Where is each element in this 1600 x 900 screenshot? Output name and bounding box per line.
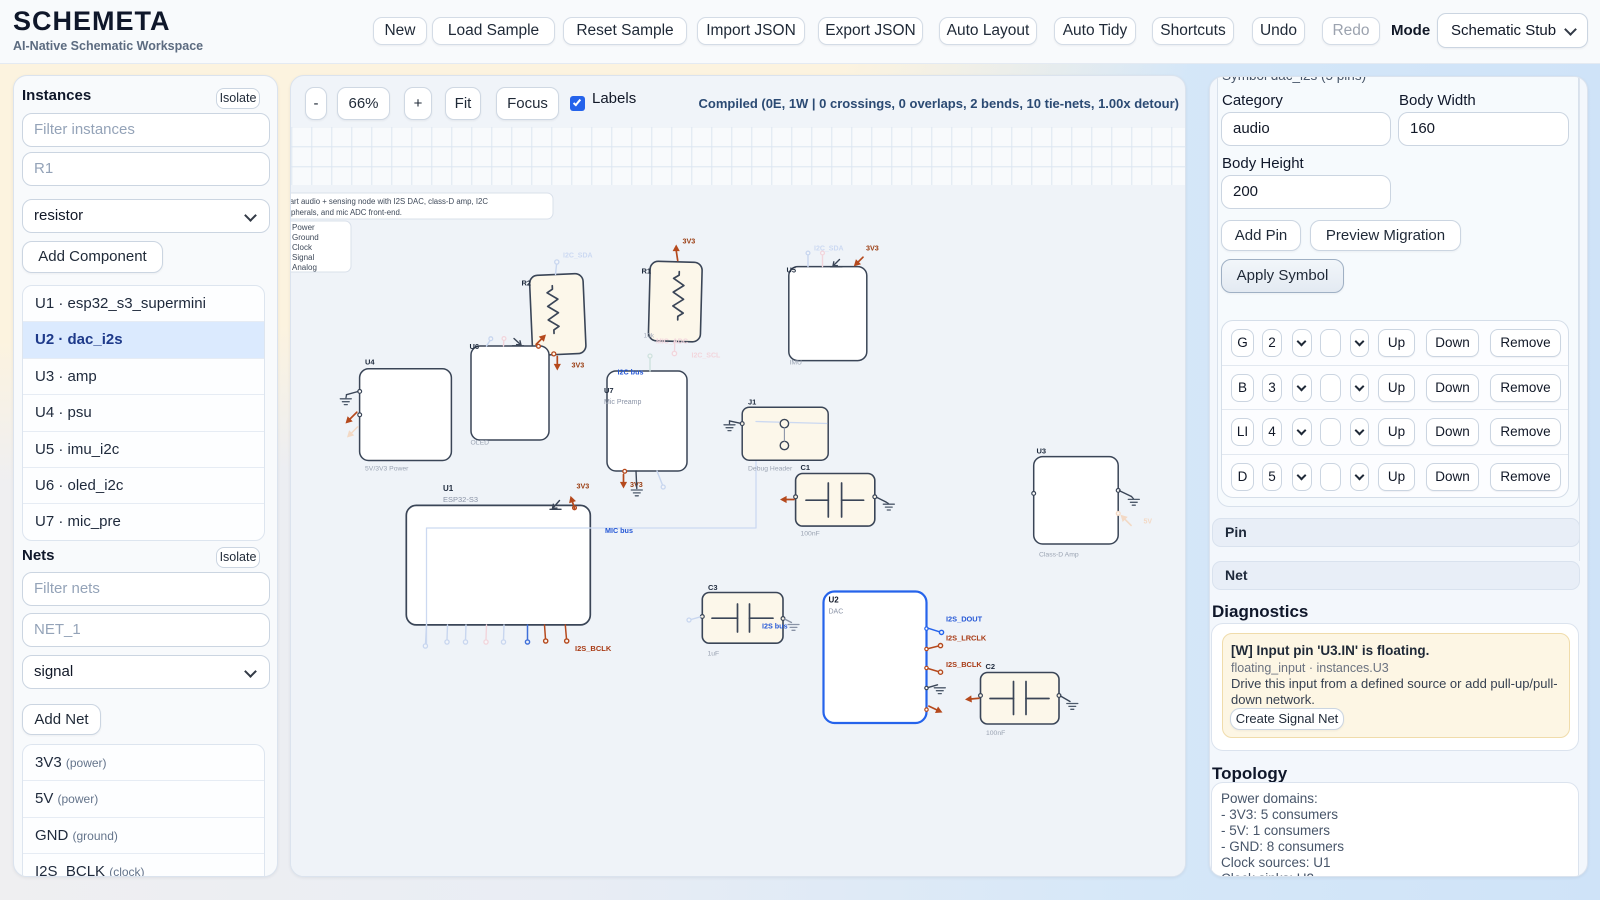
svg-text:U6: U6 <box>470 342 480 351</box>
svg-text:I2C_SCL: I2C_SCL <box>692 353 722 360</box>
svg-text:Mic Preamp: Mic Preamp <box>604 399 641 406</box>
svg-text:ESP32-S3: ESP32-S3 <box>443 495 478 504</box>
svg-text:100nF: 100nF <box>801 531 820 538</box>
svg-text:U1: U1 <box>443 484 454 493</box>
svg-text:I2S_DOUT: I2S_DOUT <box>946 615 983 624</box>
svg-text:DAC: DAC <box>829 609 844 616</box>
svg-text:I2C bus: I2C bus <box>618 368 644 377</box>
svg-text:U4: U4 <box>365 358 375 367</box>
svg-text:C1: C1 <box>801 463 811 472</box>
svg-text:I2C_SDA: I2C_SDA <box>814 246 844 253</box>
svg-text:100nF: 100nF <box>986 730 1005 737</box>
svg-text:3V3: 3V3 <box>577 482 590 491</box>
svg-text:IMU: IMU <box>790 360 803 367</box>
svg-text:Signal: Signal <box>292 253 314 262</box>
svg-text:U2: U2 <box>829 596 840 605</box>
svg-text:Ground: Ground <box>292 233 319 242</box>
svg-text:Clock: Clock <box>292 243 313 252</box>
svg-text:peripherals, and mic ADC front: peripherals, and mic ADC front-end. <box>291 208 402 217</box>
svg-text:3V3: 3V3 <box>866 244 879 253</box>
svg-text:C3: C3 <box>708 583 718 592</box>
svg-text:I2C_SDA: I2C_SDA <box>563 253 593 260</box>
svg-text:Debug Header: Debug Header <box>748 466 793 473</box>
svg-text:MIC bus: MIC bus <box>605 526 633 535</box>
svg-text:Power: Power <box>292 223 315 232</box>
svg-text:J1: J1 <box>748 398 756 407</box>
svg-text:5V: 5V <box>1144 519 1153 526</box>
svg-text:I2S_BCLK: I2S_BCLK <box>575 644 612 653</box>
svg-text:OLED: OLED <box>471 440 490 447</box>
svg-text:C2: C2 <box>986 662 996 671</box>
svg-text:5V/3V3 Power: 5V/3V3 Power <box>365 466 409 473</box>
svg-text:U5: U5 <box>787 266 797 275</box>
svg-text:R2: R2 <box>522 279 532 288</box>
svg-text:I2S bus: I2S bus <box>762 622 788 631</box>
svg-text:Class-D Amp: Class-D Amp <box>1039 552 1079 559</box>
svg-text:U3: U3 <box>1037 447 1047 456</box>
svg-text:R1: R1 <box>642 267 652 276</box>
svg-text:Analog: Analog <box>292 263 317 272</box>
svg-text:3V3: 3V3 <box>683 237 696 246</box>
svg-text:1uF: 1uF <box>708 651 720 658</box>
svg-text:U7: U7 <box>604 386 614 395</box>
svg-text:Smart audio + sensing node wit: Smart audio + sensing node with I2S DAC,… <box>291 197 488 206</box>
svg-text:I2S_BCLK: I2S_BCLK <box>946 660 982 669</box>
svg-text:I2S_LRCLK: I2S_LRCLK <box>946 634 987 643</box>
svg-text:10k: 10k <box>644 333 655 340</box>
svg-text:MIC_ADC: MIC_ADC <box>656 339 688 346</box>
svg-text:3V3: 3V3 <box>572 361 585 370</box>
